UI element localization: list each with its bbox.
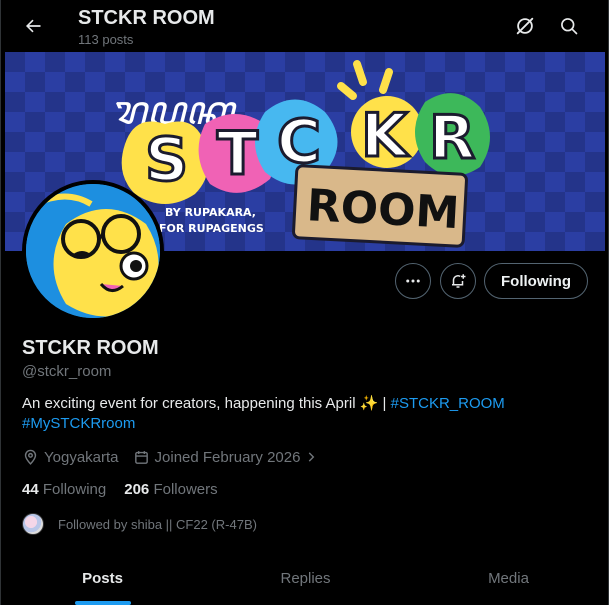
profile-handle: @stckr_room bbox=[22, 363, 112, 380]
followed-by-text: Followed by shiba || CF22 (R-47B) bbox=[58, 516, 257, 532]
arrow-left-icon bbox=[26, 19, 41, 33]
header-title-group: STCKR ROOM 113 posts bbox=[78, 6, 215, 48]
followers-label: Followers bbox=[153, 481, 218, 498]
svg-text:FOR RUPAGENGS: FOR RUPAGENGS bbox=[159, 222, 264, 235]
back-button[interactable] bbox=[15, 8, 51, 44]
tab-posts[interactable]: Posts bbox=[1, 552, 204, 605]
post-count: 113 posts bbox=[78, 32, 134, 47]
profile-bio: An exciting event for creators, happenin… bbox=[22, 394, 582, 434]
follow-stats: 44 Following 206 Followers bbox=[22, 481, 236, 498]
hashtag-link[interactable]: #STCKR_ROOM bbox=[391, 395, 505, 412]
profile-tabs: Posts Replies Media bbox=[1, 552, 609, 605]
avatar-artwork bbox=[26, 184, 160, 318]
profile-name: STCKR ROOM bbox=[22, 337, 159, 359]
profile-meta: Yogyakarta Joined February 2026 bbox=[22, 447, 337, 467]
location-pin-icon bbox=[24, 449, 37, 465]
following-label: Following bbox=[42, 481, 107, 498]
tab-replies[interactable]: Replies bbox=[204, 552, 407, 605]
bell-plus-icon bbox=[452, 274, 466, 288]
followers-stat[interactable]: 206 Followers bbox=[124, 481, 217, 498]
location-text: Yogyakarta bbox=[44, 448, 119, 466]
active-tab-indicator bbox=[74, 601, 131, 605]
svg-text:R: R bbox=[429, 103, 475, 173]
profile-avatar[interactable] bbox=[22, 180, 164, 322]
followed-by[interactable]: Followed by shiba || CF22 (R-47B) bbox=[22, 513, 257, 535]
page-title: STCKR ROOM bbox=[78, 7, 215, 29]
following-button[interactable]: Following bbox=[484, 263, 588, 299]
followers-count: 206 bbox=[124, 481, 150, 498]
follower-avatar bbox=[22, 513, 44, 535]
hashtag-link[interactable]: #MySTCKRroom bbox=[22, 415, 135, 432]
location: Yogyakarta bbox=[22, 449, 119, 466]
grok-icon bbox=[516, 17, 534, 35]
bio-text: An exciting event for creators, happenin… bbox=[22, 395, 391, 412]
svg-text:BY RUPAKARA,: BY RUPAKARA, bbox=[165, 206, 256, 219]
following-count: 44 bbox=[22, 481, 39, 498]
more-icon bbox=[406, 279, 420, 283]
svg-text:T: T bbox=[217, 119, 258, 189]
svg-text:K: K bbox=[361, 101, 410, 171]
profile-page: STCKR ROOM 113 posts ꦫꦸꦥꦏ S T C K R ROOM… bbox=[0, 0, 609, 605]
search-button[interactable] bbox=[551, 8, 587, 44]
calendar-icon bbox=[134, 450, 148, 464]
chevron-right-icon bbox=[309, 452, 315, 462]
tab-label: Replies bbox=[280, 570, 331, 587]
tab-label: Posts bbox=[82, 570, 123, 587]
top-bar: STCKR ROOM 113 posts bbox=[1, 0, 609, 52]
tab-label: Media bbox=[488, 570, 529, 587]
join-date-text: Joined February 2026 bbox=[154, 448, 301, 466]
grok-button[interactable] bbox=[507, 8, 543, 44]
search-icon bbox=[561, 18, 578, 35]
svg-text:ROOM: ROOM bbox=[306, 180, 461, 239]
notifications-button[interactable] bbox=[440, 263, 476, 299]
svg-text:S: S bbox=[145, 125, 188, 195]
more-button[interactable] bbox=[395, 263, 431, 299]
following-stat[interactable]: 44 Following bbox=[22, 481, 106, 498]
tab-media[interactable]: Media bbox=[407, 552, 609, 605]
join-date[interactable]: Joined February 2026 bbox=[133, 449, 324, 466]
